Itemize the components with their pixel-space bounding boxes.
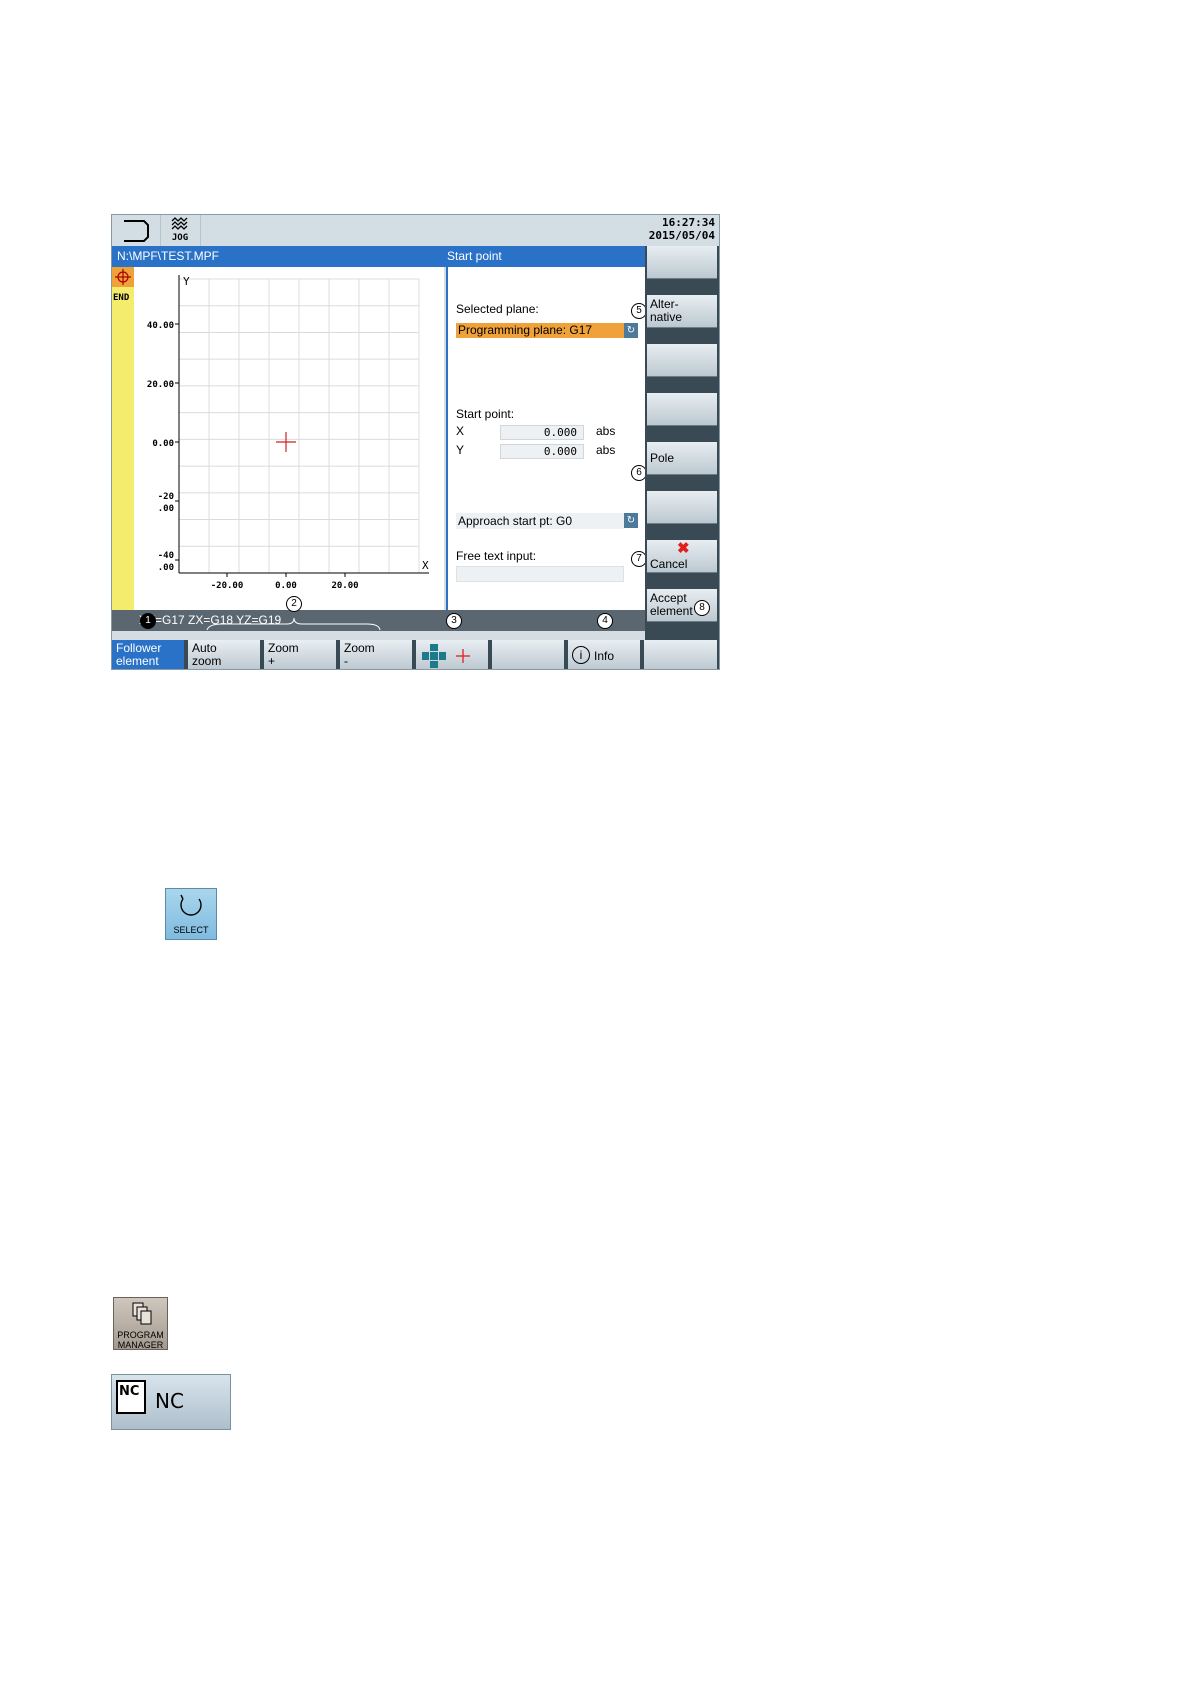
cancel-x-icon: ✖ xyxy=(677,540,690,557)
select-label: SELECT xyxy=(173,925,209,935)
vsk-3[interactable] xyxy=(647,344,717,377)
callout-2-bracket xyxy=(206,617,381,631)
crosshair-icon xyxy=(115,269,131,285)
clock: 16:27:34 2015/05/04 xyxy=(649,216,715,242)
operating-area-icon[interactable] xyxy=(112,215,161,246)
x-input[interactable]: 0.000 xyxy=(500,425,584,440)
info-label: Info xyxy=(594,649,615,663)
zoom-plus-label: Zoom + xyxy=(268,641,299,668)
callout-3: 3 xyxy=(446,613,462,629)
time-text: 16:27:34 xyxy=(662,216,715,229)
hsk-6[interactable] xyxy=(492,640,566,669)
alternative-button[interactable]: Alter- native xyxy=(647,295,717,328)
y-input[interactable]: 0.000 xyxy=(500,444,584,459)
program-manager-icon xyxy=(132,1302,152,1325)
cursor-move-icon xyxy=(422,644,470,668)
pole-button[interactable]: Pole xyxy=(647,442,717,475)
form-title: Start point xyxy=(447,249,502,263)
mode-indicator: JOG xyxy=(160,215,201,246)
y-axis-label: Y xyxy=(183,275,190,288)
info-button[interactable]: i Info xyxy=(568,640,642,669)
x-label: X xyxy=(456,424,465,438)
alternative-label: Alter- native xyxy=(650,297,683,324)
zoom-minus-button[interactable]: Zoom - xyxy=(340,640,414,669)
approach-select-field[interactable]: Approach start pt: G0 xyxy=(456,513,624,529)
y-tick-label: 0.00 xyxy=(152,439,174,449)
cancel-label: Cancel xyxy=(650,557,688,571)
y-tick-label: 40.00 xyxy=(147,321,174,331)
hsk-8[interactable] xyxy=(644,640,719,669)
start-point-label: Start point: xyxy=(456,407,515,421)
vsk-1[interactable] xyxy=(647,246,717,279)
end-element-label[interactable]: END xyxy=(113,293,129,303)
program-manager-key[interactable]: PROGRAM MANAGER xyxy=(113,1297,168,1350)
y-tick-label: 20.00 xyxy=(147,380,174,390)
y-tick-label: .00 xyxy=(158,563,174,573)
header-bar: JOG 16:27:34 2015/05/04 xyxy=(112,215,719,247)
x-tick-label: -20.00 xyxy=(211,581,244,591)
toggle-icon[interactable]: ↻ xyxy=(624,513,638,528)
move-cursor-button[interactable] xyxy=(416,640,490,669)
nc-label: NC xyxy=(155,1389,184,1413)
contour-element-strip: END xyxy=(112,267,134,610)
program-manager-label: PROGRAM MANAGER xyxy=(117,1330,164,1350)
date-text: 2015/05/04 xyxy=(648,229,715,242)
jog-icon xyxy=(171,217,188,230)
plane-select-field[interactable]: Programming plane: G17 xyxy=(456,323,624,338)
mode-label: JOG xyxy=(171,233,189,243)
status-bar: XY=G17 ZX=G18 YZ=G19 1 2 3 4 xyxy=(112,596,645,631)
callout-4: 4 xyxy=(597,613,613,629)
zoom-plus-button[interactable]: Zoom + xyxy=(264,640,338,669)
machine-area-icon xyxy=(124,220,149,242)
cancel-button[interactable]: ✖ Cancel xyxy=(647,540,717,573)
nc-softkey[interactable]: NC NC xyxy=(111,1374,231,1430)
follower-element-button[interactable]: Follower element xyxy=(112,640,186,669)
program-path: N:\MPF\TEST.MPF xyxy=(117,249,219,263)
hmi-screen: JOG 16:27:34 2015/05/04 N:\MPF\TEST.MPF … xyxy=(111,214,720,670)
zoom-minus-label: Zoom - xyxy=(344,641,375,668)
info-icon: i xyxy=(572,646,590,664)
x-tick-label: 20.00 xyxy=(331,581,358,591)
title-bar: N:\MPF\TEST.MPF Start point xyxy=(112,246,645,267)
vsk-4[interactable] xyxy=(647,393,717,426)
toggle-icon[interactable]: ↻ xyxy=(624,323,638,338)
callout-8: 8 xyxy=(694,600,710,616)
contour-graphic: Y X 40.00 20.00 0.00 -20.00 -40.00 -20.00 0.00 20… xyxy=(134,267,444,610)
nc-folder-icon: NC xyxy=(116,1380,146,1414)
selected-plane-label: Selected plane: xyxy=(456,302,539,316)
y-label: Y xyxy=(456,443,465,457)
nc-icon-text: NC xyxy=(119,1384,140,1399)
y-tick-label: -40 xyxy=(158,551,174,561)
follower-element-label: Follower element xyxy=(116,641,162,668)
select-toggle-icon xyxy=(180,894,202,916)
start-point-element[interactable] xyxy=(112,267,134,287)
pole-label: Pole xyxy=(650,451,675,465)
free-text-label: Free text input: xyxy=(456,549,537,563)
auto-zoom-label: Auto zoom xyxy=(192,641,222,668)
y-unit: abs xyxy=(596,443,616,457)
vsk-6[interactable] xyxy=(647,491,717,524)
auto-zoom-button[interactable]: Auto zoom xyxy=(188,640,262,669)
horizontal-softkey-bar: Follower element Auto zoom Zoom + Zoom -… xyxy=(112,640,719,669)
x-unit: abs xyxy=(596,424,616,438)
select-key[interactable]: SELECT xyxy=(165,888,217,940)
accept-element-label: Accept element xyxy=(650,591,693,618)
x-axis-label: X xyxy=(422,559,429,572)
y-tick-label: .00 xyxy=(158,504,174,514)
contour-plot: YX40.0020.000.00-20.00-40.00-20.00 0.00 20… xyxy=(147,275,429,591)
free-text-input[interactable] xyxy=(456,566,624,582)
start-point-form: Selected plane: Programming plane: G17 ↻… xyxy=(446,267,647,610)
x-tick-label: 0.00 xyxy=(275,581,297,591)
vertical-softkey-bar: Alter- native Pole ✖ Cancel Accept eleme… xyxy=(645,246,719,640)
y-tick-label: -20 xyxy=(158,492,174,502)
